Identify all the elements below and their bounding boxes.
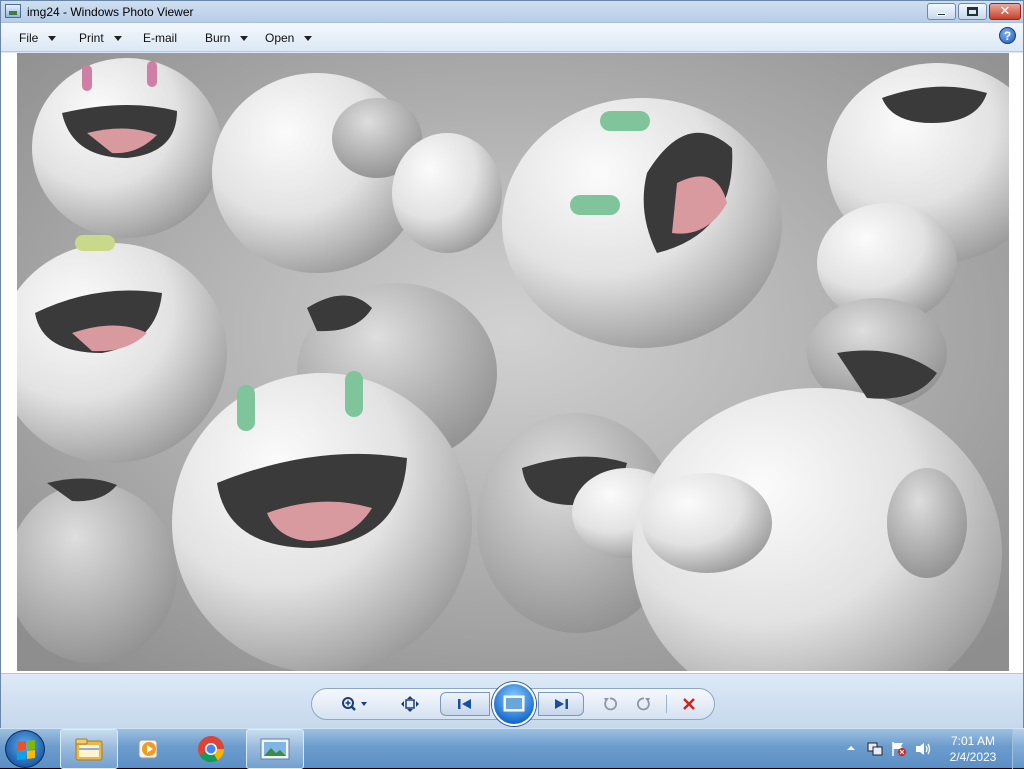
slideshow-icon [503, 695, 525, 712]
maximize-button[interactable] [958, 3, 987, 20]
chevron-up-icon [847, 746, 855, 750]
delete-icon [683, 698, 695, 710]
chevron-down-icon [113, 35, 122, 41]
divider [666, 695, 667, 713]
clock-date: 2/4/2023 [949, 750, 997, 764]
title-bar[interactable]: img24 - Windows Photo Viewer ✕ [1, 1, 1023, 23]
slideshow-button[interactable] [492, 682, 536, 726]
menu-bar: File Print E-mail Burn Open ? [1, 23, 1023, 52]
chevron-down-icon [48, 35, 57, 41]
clock-time: 7:01 AM [950, 734, 996, 748]
delete-button[interactable] [676, 689, 702, 719]
rotate-counterclockwise-button[interactable] [599, 689, 621, 719]
minimize-icon [937, 13, 946, 16]
menu-open-label: Open [265, 31, 295, 45]
next-button[interactable] [538, 692, 584, 716]
rotate-clockwise-button[interactable] [633, 689, 655, 719]
chevron-down-icon [304, 35, 313, 41]
windows-media-player-icon [138, 739, 158, 759]
taskbar-google-chrome[interactable] [182, 729, 240, 769]
menu-burn-label: Burn [205, 31, 231, 45]
tray-action-center[interactable] [890, 741, 908, 757]
taskbar-photo-viewer[interactable] [246, 729, 304, 769]
minimize-button[interactable] [927, 3, 956, 20]
next-icon [555, 699, 568, 709]
previous-button[interactable] [440, 692, 490, 716]
photo-viewer-icon [5, 4, 21, 18]
tray-volume[interactable] [914, 741, 932, 757]
image-viewport[interactable] [1, 53, 1023, 673]
photo-viewer-window: img24 - Windows Photo Viewer ✕ File Prin… [0, 0, 1024, 728]
menu-email-label: E-mail [143, 31, 178, 45]
close-button[interactable]: ✕ [989, 3, 1021, 20]
windows-explorer-icon [75, 738, 103, 761]
tray-network[interactable] [866, 741, 884, 757]
fit-window-icon [401, 696, 419, 712]
network-icon [867, 742, 883, 756]
taskbar-windows-explorer[interactable] [60, 729, 118, 769]
control-bar [1, 673, 1023, 728]
chevron-down-icon [240, 35, 249, 41]
menu-open[interactable]: Open [265, 30, 313, 46]
menu-file[interactable]: File [19, 30, 57, 46]
figure-top-left [32, 58, 222, 238]
photo-image [17, 53, 1009, 671]
rotate-right-icon [636, 697, 650, 711]
action-center-flag-icon [892, 742, 906, 756]
windows-logo-icon [17, 740, 35, 760]
menu-file-label: File [19, 31, 39, 45]
restore-icon [967, 7, 978, 16]
speaker-icon [916, 743, 931, 755]
taskbar: 7:01 AM 2/4/2023 [0, 728, 1024, 769]
show-hidden-icons-button[interactable] [846, 742, 856, 756]
start-button[interactable] [5, 730, 45, 768]
rotate-left-icon [604, 697, 618, 711]
zoom-icon [342, 697, 367, 711]
system-clock[interactable]: 7:01 AM 2/4/2023 [938, 733, 1008, 765]
control-pill [311, 682, 715, 726]
figure-center-big [502, 98, 782, 348]
close-icon: ✕ [999, 4, 1011, 19]
taskbar-windows-media-player[interactable] [120, 729, 178, 769]
menu-email[interactable]: E-mail [143, 30, 177, 46]
menu-print-label: Print [79, 31, 104, 45]
window-title: img24 - Windows Photo Viewer [27, 5, 194, 19]
displayed-photo [17, 53, 1009, 671]
zoom-button[interactable] [338, 689, 372, 719]
show-desktop-button[interactable] [1012, 729, 1024, 769]
previous-icon [458, 699, 471, 709]
chrome-icon [198, 736, 225, 763]
help-icon[interactable]: ? [999, 27, 1016, 44]
menu-burn[interactable]: Burn [205, 30, 249, 46]
photo-viewer-icon [260, 738, 290, 760]
actual-size-button[interactable] [398, 689, 422, 719]
figure-front-center [172, 371, 472, 671]
menu-print[interactable]: Print [79, 30, 122, 46]
